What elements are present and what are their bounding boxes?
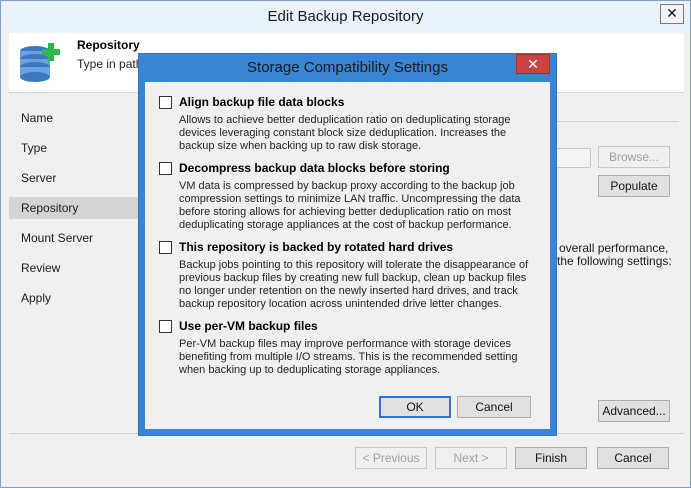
storage-compatibility-dialog: Storage Compatibility Settings ✕ Align b… (138, 53, 557, 436)
step-review[interactable]: Review (9, 257, 141, 279)
per-vm-label[interactable]: Use per-VM backup files (179, 319, 318, 333)
rotated-drives-checkbox[interactable] (159, 241, 172, 254)
decompress-description: VM data is compressed by backup proxy ac… (179, 180, 521, 231)
dialog-body: Align backup file data blocks Allows to … (145, 82, 550, 429)
step-apply[interactable]: Apply (9, 287, 141, 309)
next-button[interactable]: Next > (435, 447, 507, 469)
database-add-icon (20, 43, 60, 82)
step-server[interactable]: Server (9, 167, 141, 189)
settings-text: the following settings: (557, 254, 672, 268)
decompress-label[interactable]: Decompress backup data blocks before sto… (179, 161, 450, 175)
close-icon: ✕ (666, 5, 678, 21)
previous-button[interactable]: < Previous (355, 447, 427, 469)
step-repository[interactable]: Repository (9, 197, 141, 219)
per-vm-checkbox[interactable] (159, 320, 172, 333)
dialog-titlebar: Storage Compatibility Settings ✕ (139, 54, 556, 82)
browse-button[interactable]: Browse... (598, 146, 670, 168)
finish-button[interactable]: Finish (515, 447, 587, 469)
advanced-button[interactable]: Advanced... (598, 400, 670, 422)
step-mount-server[interactable]: Mount Server (9, 227, 141, 249)
cancel-button[interactable]: Cancel (597, 447, 669, 469)
wizard-steps: Name Type Server Repository Mount Server… (9, 101, 141, 431)
align-blocks-checkbox[interactable] (159, 96, 172, 109)
step-type[interactable]: Type (9, 137, 141, 159)
divider (549, 121, 679, 122)
decompress-checkbox[interactable] (159, 162, 172, 175)
per-vm-description: Per-VM backup files may improve performa… (179, 338, 518, 376)
dialog-title: Storage Compatibility Settings (247, 59, 448, 76)
dialog-cancel-button[interactable]: Cancel (457, 396, 531, 418)
align-blocks-description: Allows to achieve better deduplication r… (179, 114, 511, 152)
rotated-drives-label[interactable]: This repository is backed by rotated har… (179, 240, 453, 254)
ok-button[interactable]: OK (379, 396, 451, 418)
window-close-button[interactable]: ✕ (660, 4, 684, 24)
dialog-close-button[interactable]: ✕ (516, 54, 550, 74)
rotated-drives-description: Backup jobs pointing to this repository … (179, 259, 529, 310)
step-name[interactable]: Name (9, 107, 141, 129)
populate-button[interactable]: Populate (598, 175, 670, 197)
align-blocks-label[interactable]: Align backup file data blocks (179, 95, 344, 109)
close-icon: ✕ (527, 56, 539, 72)
main-titlebar: Edit Backup Repository ✕ (1, 1, 690, 33)
header-title: Repository (77, 38, 140, 52)
window-title: Edit Backup Repository (267, 8, 424, 25)
performance-text: e overall performance, (549, 241, 669, 255)
